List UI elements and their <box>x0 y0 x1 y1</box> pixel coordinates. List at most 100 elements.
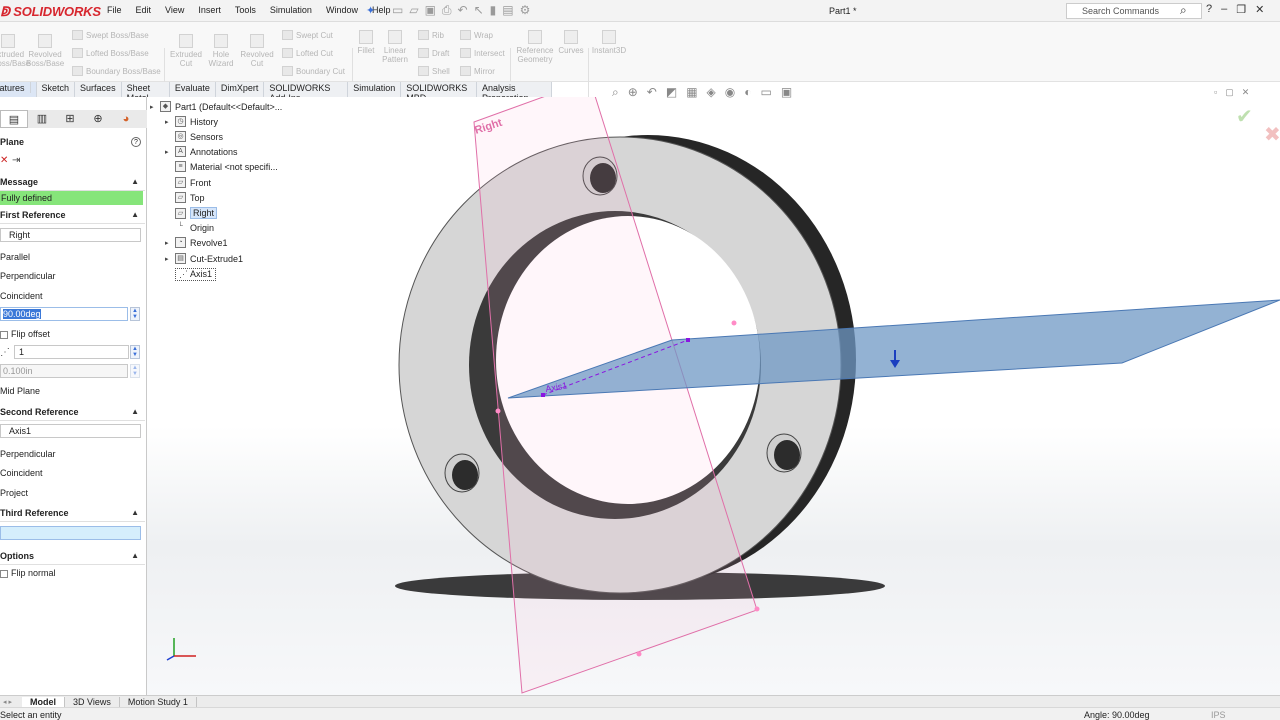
graphics-area[interactable]: Right Axis1 <box>147 97 1280 695</box>
coincident-option[interactable]: Coincident <box>0 291 43 301</box>
reference-geometry-button[interactable]: Reference Geometry <box>514 30 556 64</box>
tree-item-cut-extrude1[interactable]: ▸ ▤ Cut-Extrude1 <box>165 253 243 264</box>
solidworks-logo[interactable]: ↁ SOLIDWORKS <box>0 4 101 20</box>
tab-sketch[interactable]: Sketch <box>37 82 76 97</box>
property-manager-tab-icon[interactable]: ▥ <box>28 110 56 128</box>
third-reference-header[interactable]: Third Reference ▲ <box>0 508 145 522</box>
tab-motion-study-1[interactable]: Motion Study 1 <box>120 696 197 707</box>
tab-scroll-arrows-icon[interactable]: ◂ ▸ <box>0 698 22 706</box>
linear-pattern-button[interactable]: Linear Pattern <box>380 30 410 64</box>
draft-button[interactable]: Draft <box>418 48 449 58</box>
tree-item-top-plane[interactable]: ▱ Top <box>165 192 205 203</box>
instances-spinner[interactable]: ▲ ▼ <box>130 345 140 359</box>
display-style-icon[interactable]: ◈ <box>707 85 716 100</box>
project-option[interactable]: Project <box>0 488 28 498</box>
swept-boss-button[interactable]: Swept Boss/Base <box>72 30 149 40</box>
flip-offset-checkbox[interactable]: Flip offset <box>0 329 50 339</box>
rebuild-icon[interactable]: ▮ <box>490 3 497 18</box>
second-reference-selection-box[interactable]: Axis1 <box>0 424 141 438</box>
angle-input[interactable]: 90.00deg <box>0 307 128 321</box>
unit-system[interactable]: IPS <box>1211 710 1226 720</box>
rib-button[interactable]: Rib <box>418 30 444 40</box>
tree-item-part[interactable]: ▸ ◆ Part1 (Default<<Default>... <box>150 101 282 112</box>
extruded-cut-button[interactable]: Extruded Cut <box>168 34 204 68</box>
tab-addins[interactable]: SOLIDWORKS Add-Ins <box>264 82 349 103</box>
confirm-check-icon[interactable]: ✔ <box>1236 104 1253 129</box>
cancel-x-icon[interactable]: ✖ <box>1264 122 1280 147</box>
flip-normal-checkbox[interactable]: Flip normal <box>0 568 56 578</box>
tree-item-right-plane[interactable]: ▱ Right <box>165 207 218 219</box>
menu-tools[interactable]: Tools <box>228 5 263 15</box>
parallel-option[interactable]: Parallel <box>0 252 30 262</box>
third-reference-selection-box[interactable] <box>0 526 141 540</box>
menu-edit[interactable]: Edit <box>129 5 159 15</box>
menu-window[interactable]: Window <box>319 5 365 15</box>
lofted-boss-button[interactable]: Lofted Boss/Base <box>72 48 149 58</box>
edit-appearance-icon[interactable]: ◐ <box>744 85 751 100</box>
perpendicular-option-2[interactable]: Perpendicular <box>0 449 56 459</box>
options-gear-icon[interactable]: ⚙ <box>520 3 531 18</box>
viewport-maximize-icon[interactable]: ▢ <box>1225 87 1234 98</box>
zoom-to-area-icon[interactable]: ⊕ <box>628 85 638 100</box>
tree-item-sensors[interactable]: ◎ Sensors <box>165 131 223 142</box>
close-x-icon[interactable]: ✕ <box>0 155 8 166</box>
tree-item-revolve1[interactable]: ▸ ◔ Revolve1 <box>165 237 228 248</box>
display-manager-tab-icon[interactable]: ◕ <box>112 110 140 128</box>
tab-features[interactable]: Features <box>0 82 37 97</box>
revolved-cut-button[interactable]: Revolved Cut <box>238 34 276 68</box>
view-orientation-icon[interactable]: ▦ <box>686 85 697 100</box>
extruded-boss-button[interactable]: Extruded Boss/Base <box>0 34 30 68</box>
wrap-button[interactable]: Wrap <box>460 30 493 40</box>
tree-item-front-plane[interactable]: ▱ Front <box>165 177 211 188</box>
pin-menu-icon[interactable]: ✦ <box>366 4 375 17</box>
view-settings-icon[interactable]: ▣ <box>781 85 792 100</box>
tab-surfaces[interactable]: Surfaces <box>75 82 122 97</box>
open-document-icon[interactable]: ▱ <box>409 3 418 18</box>
coincident-option-2[interactable]: Coincident <box>0 468 43 478</box>
zoom-to-fit-icon[interactable]: ⌕ <box>612 85 619 100</box>
boundary-cut-button[interactable]: Boundary Cut <box>282 66 345 76</box>
restore-button[interactable]: ❐ <box>1236 3 1246 16</box>
undo-icon[interactable]: ↶ <box>458 3 468 18</box>
tree-item-axis1[interactable]: ⋰ Axis1 <box>165 268 217 281</box>
perpendicular-option[interactable]: Perpendicular <box>0 271 56 281</box>
shell-button[interactable]: Shell <box>418 66 450 76</box>
tree-item-history[interactable]: ▸ ◷ History <box>165 116 218 127</box>
section-view-icon[interactable]: ◩ <box>666 85 677 100</box>
tab-simulation[interactable]: Simulation <box>348 82 402 97</box>
lofted-cut-button[interactable]: Lofted Cut <box>282 48 333 58</box>
feature-manager-tab-icon[interactable]: ▤ <box>0 110 28 128</box>
mid-plane-option[interactable]: Mid Plane <box>0 386 40 396</box>
tab-analysis-preparation[interactable]: Analysis Preparation <box>477 82 552 103</box>
tab-mbd[interactable]: SOLIDWORKS MBD <box>401 82 478 103</box>
apply-scene-icon[interactable]: ▭ <box>761 85 772 100</box>
search-icon[interactable]: ⌕ <box>1180 3 1187 18</box>
boundary-boss-button[interactable]: Boundary Boss/Base <box>72 66 161 76</box>
menu-file[interactable]: File <box>100 5 129 15</box>
menu-insert[interactable]: Insert <box>191 5 228 15</box>
first-reference-header[interactable]: First Reference ▲ <box>0 210 145 224</box>
viewport-restore-icon[interactable]: ▫ <box>1214 87 1217 98</box>
revolved-boss-button[interactable]: Revolved Boss/Base <box>26 34 64 68</box>
first-reference-selection-box[interactable]: Right <box>0 228 141 242</box>
tree-item-origin[interactable]: └ Origin <box>165 222 214 233</box>
menu-view[interactable]: View <box>158 5 191 15</box>
hole-wizard-button[interactable]: Hole Wizard <box>204 34 238 68</box>
swept-cut-button[interactable]: Swept Cut <box>282 30 333 40</box>
minimize-button[interactable]: – <box>1221 3 1227 16</box>
second-reference-header[interactable]: Second Reference ▲ <box>0 407 145 421</box>
pushpin-icon[interactable]: ⇥ <box>12 155 20 166</box>
previous-view-icon[interactable]: ↶ <box>647 85 657 100</box>
curves-button[interactable]: Curves <box>556 30 586 55</box>
fillet-button[interactable]: Fillet <box>354 30 378 55</box>
configuration-manager-tab-icon[interactable]: ⊞ <box>56 110 84 128</box>
tab-model[interactable]: Model <box>22 696 65 707</box>
message-section-header[interactable]: Message ▲ <box>0 177 145 191</box>
help-icon[interactable]: ? <box>131 137 141 147</box>
instant3d-button[interactable]: Instant3D <box>590 30 628 55</box>
mirror-button[interactable]: Mirror <box>460 66 495 76</box>
help-icon[interactable]: ? <box>1206 3 1212 16</box>
save-icon[interactable]: ▣ <box>425 3 436 18</box>
select-icon[interactable]: ↖ <box>474 3 484 18</box>
dimxpert-manager-tab-icon[interactable]: ⊕ <box>84 110 112 128</box>
